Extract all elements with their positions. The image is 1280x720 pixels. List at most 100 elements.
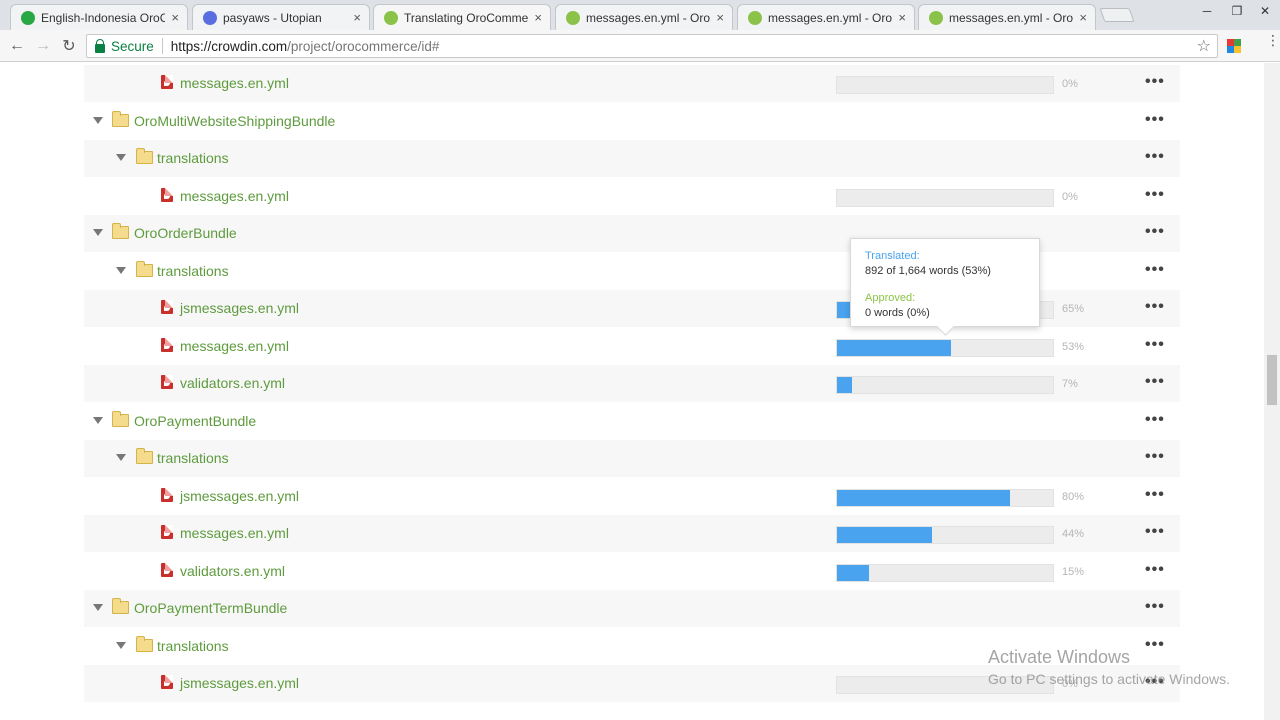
more-options-icon[interactable]: ••• bbox=[1145, 186, 1165, 204]
progress-bar[interactable] bbox=[836, 76, 1054, 94]
more-options-icon[interactable]: ••• bbox=[1145, 298, 1165, 316]
file-row[interactable]: messages.en.yml 0% ••• bbox=[84, 178, 1180, 215]
more-options-icon[interactable]: ••• bbox=[1145, 336, 1165, 354]
more-options-icon[interactable]: ••• bbox=[1145, 223, 1165, 241]
scrollbar-thumb[interactable] bbox=[1267, 355, 1277, 405]
file-name[interactable]: validators.en.yml bbox=[180, 375, 285, 391]
more-options-icon[interactable]: ••• bbox=[1145, 261, 1165, 279]
browser-toolbar: ← → ↻ Secure https://crowdin.com/project… bbox=[0, 30, 1280, 62]
collapse-caret-icon[interactable] bbox=[93, 116, 103, 124]
windows-activation-watermark: Activate Windows Go to PC settings to ac… bbox=[988, 647, 1230, 687]
folder-row[interactable]: translations ••• bbox=[84, 440, 1180, 477]
back-arrow-icon[interactable]: ← bbox=[6, 35, 28, 57]
folder-row[interactable]: OroPaymentBundle ••• bbox=[84, 403, 1180, 440]
file-row[interactable]: validators.en.yml 15% ••• bbox=[84, 553, 1180, 590]
collapse-caret-icon[interactable] bbox=[116, 266, 126, 274]
close-window-icon[interactable]: ✕ bbox=[1250, 0, 1280, 22]
url-path: /project/orocommerce/id# bbox=[287, 38, 440, 54]
page-scrollbar[interactable] bbox=[1264, 63, 1280, 720]
tab-close-icon[interactable]: × bbox=[353, 10, 361, 25]
file-name[interactable]: jsmessages.en.yml bbox=[180, 675, 299, 691]
folder-icon bbox=[112, 223, 129, 239]
progress-percent: 7% bbox=[1062, 378, 1078, 390]
file-name[interactable]: messages.en.yml bbox=[180, 75, 289, 91]
progress-bar[interactable] bbox=[836, 526, 1054, 544]
folder-name[interactable]: translations bbox=[157, 450, 229, 466]
folder-name[interactable]: OroOrderBundle bbox=[134, 225, 237, 241]
more-options-icon[interactable]: ••• bbox=[1145, 561, 1165, 579]
file-name[interactable]: messages.en.yml bbox=[180, 338, 289, 354]
collapse-caret-icon[interactable] bbox=[116, 454, 126, 461]
more-options-icon[interactable]: ••• bbox=[1145, 523, 1165, 541]
tab-title: messages.en.yml - OroC bbox=[586, 10, 711, 25]
file-name[interactable]: jsmessages.en.yml bbox=[180, 300, 299, 316]
folder-row[interactable]: translations ••• bbox=[84, 140, 1180, 177]
progress-bar[interactable] bbox=[836, 338, 1054, 357]
bookmark-star-icon[interactable]: ☆ bbox=[1197, 36, 1211, 56]
tab-close-icon[interactable]: × bbox=[716, 10, 724, 25]
minimize-icon[interactable]: ─ bbox=[1192, 0, 1222, 22]
file-row[interactable]: jsmessages.en.yml 80% ••• bbox=[84, 478, 1180, 515]
tab-close-icon[interactable]: × bbox=[534, 10, 542, 25]
browser-tab[interactable]: pasyaws - Utopian × bbox=[192, 4, 370, 30]
progress-percent: 15% bbox=[1062, 565, 1085, 578]
address-bar[interactable]: Secure https://crowdin.com/project/oroco… bbox=[86, 34, 1218, 58]
new-tab-button[interactable] bbox=[1099, 8, 1135, 22]
more-options-icon[interactable]: ••• bbox=[1145, 448, 1165, 466]
file-name[interactable]: jsmessages.en.yml bbox=[180, 488, 299, 504]
collapse-caret-icon[interactable] bbox=[116, 641, 126, 649]
more-options-icon[interactable]: ••• bbox=[1145, 373, 1165, 391]
tab-close-icon[interactable]: × bbox=[1079, 10, 1087, 25]
more-options-icon[interactable]: ••• bbox=[1145, 111, 1165, 129]
reload-icon[interactable]: ↻ bbox=[58, 35, 80, 57]
more-options-icon[interactable]: ••• bbox=[1145, 148, 1165, 166]
more-options-icon[interactable]: ••• bbox=[1145, 598, 1165, 616]
progress-bar[interactable] bbox=[836, 188, 1054, 207]
folder-row[interactable]: OroMultiWebsiteShippingBundle ••• bbox=[84, 103, 1180, 140]
restore-icon[interactable]: ❐ bbox=[1222, 0, 1252, 22]
collapse-caret-icon[interactable] bbox=[93, 229, 103, 236]
tab-title: pasyaws - Utopian bbox=[223, 10, 322, 25]
file-icon bbox=[161, 337, 173, 352]
collapse-caret-icon[interactable] bbox=[93, 604, 103, 611]
browser-tab[interactable]: Translating OroCommerc × bbox=[373, 4, 551, 30]
tab-close-icon[interactable]: × bbox=[898, 10, 906, 25]
lock-icon bbox=[95, 38, 105, 53]
file-name[interactable]: messages.en.yml bbox=[180, 525, 289, 541]
address-separator bbox=[161, 38, 163, 54]
browser-menu-icon[interactable]: ⋮ bbox=[1266, 33, 1280, 47]
file-name[interactable]: messages.en.yml bbox=[180, 188, 289, 204]
file-name[interactable]: validators.en.yml bbox=[180, 563, 285, 579]
progress-tooltip: Translated: 892 of 1,664 words (53%) App… bbox=[850, 238, 1040, 327]
file-row[interactable]: messages.en.yml 53% ••• bbox=[84, 328, 1180, 365]
folder-name[interactable]: OroPaymentTermBundle bbox=[134, 600, 287, 616]
folder-name[interactable]: OroMultiWebsiteShippingBundle bbox=[134, 113, 335, 129]
tooltip-approved-value: 0 words (0%) bbox=[865, 307, 930, 319]
folder-name[interactable]: translations bbox=[157, 638, 229, 654]
folder-icon bbox=[136, 148, 153, 164]
more-options-icon[interactable]: ••• bbox=[1145, 486, 1165, 504]
folder-name[interactable]: translations bbox=[157, 263, 229, 279]
collapse-caret-icon[interactable] bbox=[93, 416, 103, 424]
forward-arrow-icon[interactable]: → bbox=[32, 35, 54, 57]
progress-bar[interactable] bbox=[836, 488, 1054, 507]
tab-close-icon[interactable]: × bbox=[171, 10, 179, 25]
collapse-caret-icon[interactable] bbox=[116, 154, 126, 161]
file-row[interactable]: validators.en.yml 7% ••• bbox=[84, 365, 1180, 402]
file-row[interactable]: messages.en.yml 44% ••• bbox=[84, 515, 1180, 552]
folder-row[interactable]: OroPaymentTermBundle ••• bbox=[84, 590, 1180, 627]
browser-tab[interactable]: messages.en.yml - OroC × bbox=[555, 4, 733, 30]
extension-icon[interactable] bbox=[1226, 38, 1242, 54]
progress-bar[interactable] bbox=[836, 376, 1054, 394]
progress-bar[interactable] bbox=[836, 563, 1054, 582]
folder-name[interactable]: translations bbox=[157, 150, 229, 166]
file-icon bbox=[161, 525, 173, 539]
watermark-title: Activate Windows bbox=[988, 647, 1131, 667]
more-options-icon[interactable]: ••• bbox=[1145, 73, 1165, 91]
browser-tab[interactable]: messages.en.yml - OroC × bbox=[737, 4, 915, 30]
browser-tab[interactable]: messages.en.yml - OroC × bbox=[918, 4, 1096, 30]
more-options-icon[interactable]: ••• bbox=[1145, 411, 1165, 429]
folder-name[interactable]: OroPaymentBundle bbox=[134, 413, 256, 429]
file-row[interactable]: messages.en.yml 0% ••• bbox=[84, 65, 1180, 102]
browser-tab[interactable]: English-Indonesia OroC × bbox=[10, 4, 188, 30]
